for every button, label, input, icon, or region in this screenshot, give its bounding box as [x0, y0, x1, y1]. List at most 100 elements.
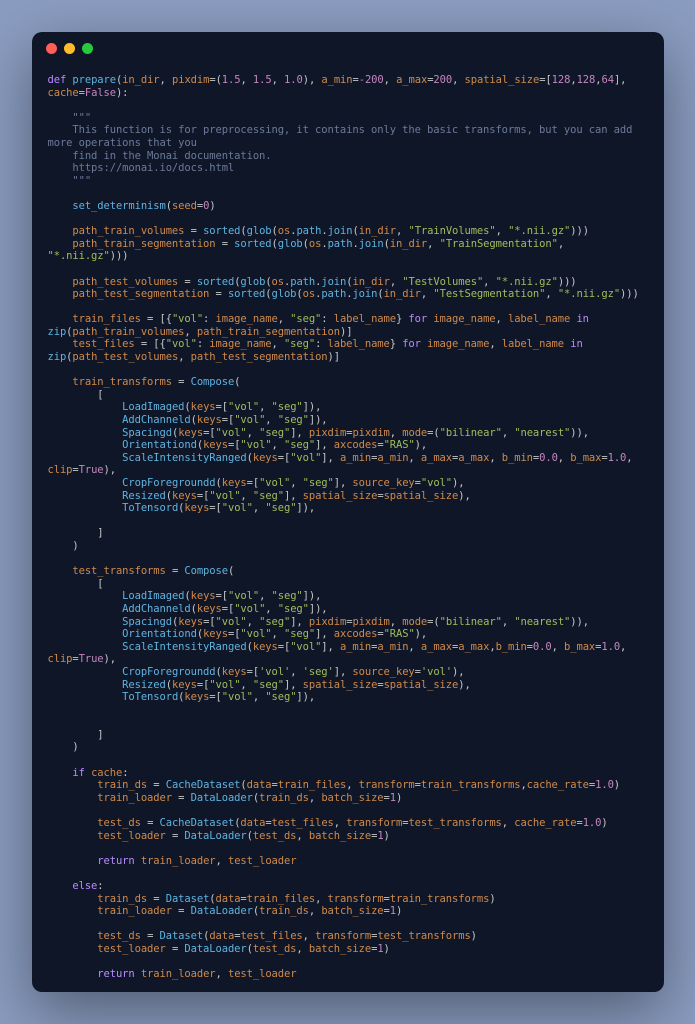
fn: CacheDataset: [166, 779, 241, 791]
str: "vol": [216, 427, 247, 439]
bool: True: [79, 653, 104, 665]
str: "vol": [421, 477, 452, 489]
var: test_ds: [97, 930, 141, 942]
var: label_name: [502, 338, 564, 350]
str: "vol": [228, 590, 259, 602]
str: "seg": [259, 427, 290, 439]
p: mode: [402, 427, 427, 439]
fn-prepare: prepare: [72, 74, 116, 86]
p: keys: [191, 590, 216, 602]
var: in_dir: [390, 238, 427, 250]
str: "RAS": [384, 628, 415, 640]
var: a_max: [458, 641, 489, 653]
str: "*.nii.gz": [496, 276, 558, 288]
var: image_name: [216, 313, 278, 325]
var: train_loader: [97, 905, 172, 917]
fn: Resized: [122, 490, 166, 502]
attr: path: [328, 238, 353, 250]
var: train_transforms: [72, 376, 172, 388]
var: path_train_segmentation: [72, 238, 215, 250]
var: train_files: [72, 313, 140, 325]
var: train_ds: [97, 893, 147, 905]
var: a_max: [458, 452, 489, 464]
p-spatial_size: spatial_size: [465, 74, 540, 86]
var: train_ds: [259, 905, 309, 917]
p: data: [247, 779, 272, 791]
var: test_loader: [228, 968, 296, 980]
str: "seg": [284, 628, 315, 640]
attr: join: [321, 276, 346, 288]
fn: DataLoader: [191, 905, 253, 917]
var: path_test_segmentation: [72, 288, 209, 300]
fn: glob: [247, 225, 272, 237]
code-window: def prepare(in_dir, pixdim=(1.5, 1.5, 1.…: [32, 32, 664, 992]
docstring-line: find in the Monai documentation.: [48, 150, 272, 162]
var: spatial_size: [384, 679, 459, 691]
p: pixdim: [309, 427, 346, 439]
var: image_name: [433, 313, 495, 325]
mod: os: [278, 225, 290, 237]
p: seed: [172, 200, 197, 212]
docstring-line: https://monai.io/docs.html: [48, 162, 235, 174]
n: 1.0: [284, 74, 303, 86]
var: image_name: [209, 338, 271, 350]
var: cache: [91, 767, 122, 779]
n: 1.0: [583, 817, 602, 829]
fn: Dataset: [166, 893, 210, 905]
var: test_files: [240, 930, 302, 942]
var: train_loader: [141, 968, 216, 980]
fn: LoadImaged: [122, 401, 184, 413]
str: "vol": [172, 313, 203, 325]
var: test_transforms: [408, 817, 501, 829]
fn: DataLoader: [184, 943, 246, 955]
fn: set_determinism: [72, 200, 165, 212]
var: train_transforms: [421, 779, 521, 791]
str: "vol": [240, 439, 271, 451]
var: train_files: [278, 779, 346, 791]
str: "vol": [290, 641, 321, 653]
p: axcodes: [334, 628, 378, 640]
p: keys: [253, 641, 278, 653]
bool: True: [79, 464, 104, 476]
fn: Compose: [191, 376, 235, 388]
close-icon[interactable]: [46, 43, 57, 54]
docstring-open: """: [72, 112, 91, 124]
p: keys: [172, 490, 197, 502]
fn: ToTensord: [122, 691, 178, 703]
fn: ScaleIntensityRanged: [122, 641, 246, 653]
p: transform: [328, 893, 384, 905]
fn: CropForegroundd: [122, 477, 215, 489]
n: 1.0: [595, 779, 614, 791]
str: "seg": [284, 439, 315, 451]
fn: glob: [278, 238, 303, 250]
var: path_test_volumes: [72, 276, 178, 288]
str: 'vol': [421, 666, 452, 678]
p: axcodes: [334, 439, 378, 451]
str: "seg": [253, 490, 284, 502]
str: "RAS": [384, 439, 415, 451]
var: in_dir: [352, 276, 389, 288]
p: keys: [197, 603, 222, 615]
p: transform: [315, 930, 371, 942]
minimize-icon[interactable]: [64, 43, 75, 54]
var: path_train_segmentation: [197, 326, 340, 338]
kw: if: [72, 767, 84, 779]
fn: zip: [48, 326, 67, 338]
fn: ScaleIntensityRanged: [122, 452, 246, 464]
p: b_min: [502, 452, 533, 464]
kw-def: def: [48, 74, 67, 86]
str: 'seg': [303, 666, 334, 678]
zoom-icon[interactable]: [82, 43, 93, 54]
var: label_name: [508, 313, 570, 325]
str: "vol": [290, 452, 321, 464]
str: "vol": [216, 616, 247, 628]
var: test_ds: [253, 830, 297, 842]
mod: os: [272, 276, 284, 288]
p: b_max: [570, 452, 601, 464]
str: "vol": [222, 691, 253, 703]
var: test_loader: [97, 943, 165, 955]
fn: sorted: [234, 238, 271, 250]
attr: path: [321, 288, 346, 300]
var: test_files: [272, 817, 334, 829]
var: train_ds: [259, 792, 309, 804]
